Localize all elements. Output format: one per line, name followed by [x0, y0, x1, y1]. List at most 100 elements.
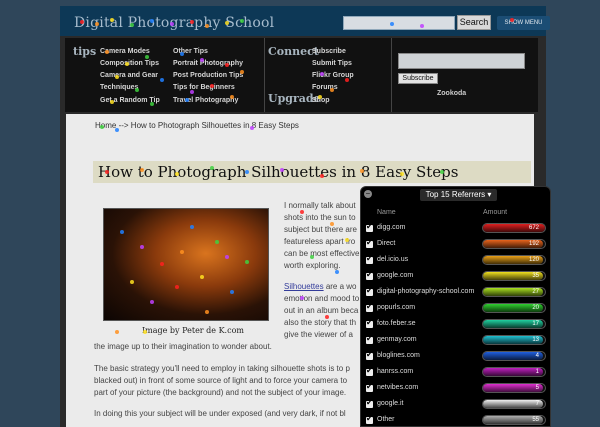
referrer-amount-value: 5: [535, 385, 539, 391]
referrer-name: genmay.com: [377, 336, 417, 343]
referrer-amount-bar: 1: [482, 367, 546, 377]
nav-link[interactable]: Tips for Beginners: [173, 84, 235, 91]
close-icon[interactable]: –: [364, 190, 372, 198]
breadcrumb[interactable]: Home --> How to Photograph Silhouettes i…: [95, 121, 299, 130]
photo-caption: Image by Peter de K.com: [142, 326, 244, 335]
referrer-checkbox[interactable]: [366, 334, 373, 344]
subscribe-button[interactable]: Subscribe: [398, 73, 438, 84]
referrer-checkbox[interactable]: [366, 254, 373, 264]
nav-divider: [264, 38, 265, 112]
heatmap-dot: [280, 168, 284, 172]
referrer-name: hanrss.com: [377, 368, 414, 375]
page-title: How to Photograph Silhouettes in 8 Easy …: [98, 163, 459, 181]
referrer-name: google.com: [377, 272, 414, 279]
referrer-checkbox[interactable]: [366, 382, 373, 392]
referrer-checkbox[interactable]: [366, 270, 373, 280]
nav-link[interactable]: Composition Tips: [100, 60, 159, 67]
heatmap-dot: [130, 23, 134, 27]
heatmap-dot: [100, 125, 104, 129]
search-button[interactable]: Search: [457, 15, 491, 30]
heatmap-dot: [210, 166, 214, 170]
col-header-amount: Amount: [483, 209, 508, 216]
heatmap-dot: [180, 52, 184, 56]
referrer-checkbox[interactable]: [366, 222, 373, 232]
heatmap-dot: [245, 170, 249, 174]
heatmap-dot: [205, 24, 209, 28]
referrer-row: Other 55: [364, 414, 548, 427]
referrer-row: foto.feber.se 17: [364, 318, 548, 334]
intro-line: worth exploring.: [284, 261, 341, 270]
referrer-amount-bar: 120: [482, 255, 546, 265]
nav-tips-title: tips: [73, 45, 97, 58]
referrer-checkbox[interactable]: [366, 318, 373, 328]
heatmap-dot: [400, 172, 404, 176]
heatmap-dot: [105, 50, 109, 54]
col-header-name: Name: [377, 209, 396, 216]
referrers-dropdown[interactable]: Top 15 Referrers ▾: [420, 189, 497, 201]
referrer-amount-value: 13: [532, 337, 539, 343]
referrer-checkbox[interactable]: [366, 366, 373, 376]
nav-link[interactable]: Submit Tips: [312, 60, 352, 67]
referrer-name: Direct: [377, 240, 396, 247]
heatmap-dot: [345, 78, 349, 82]
referrer-checkbox[interactable]: [366, 238, 373, 248]
nav-link[interactable]: Travel Photography: [173, 97, 238, 104]
referrer-checkbox[interactable]: [366, 286, 373, 296]
nav-link[interactable]: Portrait Photography: [173, 60, 243, 67]
referrer-row: Direct 192: [364, 238, 548, 254]
referrer-amount-fill: [483, 384, 543, 392]
heatmap-dot: [180, 250, 184, 254]
heatmap-dot: [130, 280, 134, 284]
heatmap-dot: [150, 102, 154, 106]
heatmap-dot: [300, 296, 304, 300]
referrer-amount-bar: 4: [482, 351, 546, 361]
heatmap-dot: [110, 18, 114, 22]
referrer-row: digg.com 672: [364, 222, 548, 238]
photo-frame: [103, 208, 269, 321]
heatmap-dot: [210, 84, 214, 88]
referrer-checkbox[interactable]: [366, 414, 373, 424]
referrer-amount-bar: 27: [482, 287, 546, 297]
heatmap-dot: [120, 230, 124, 234]
subscribe-email-input[interactable]: [398, 53, 525, 69]
heatmap-dot: [215, 240, 219, 244]
silhouettes-link[interactable]: Silhouettes: [284, 282, 324, 291]
heatmap-dot: [440, 170, 444, 174]
referrer-checkbox[interactable]: [366, 398, 373, 408]
heatmap-dot: [300, 210, 304, 214]
referrer-name: del.icio.us: [377, 256, 409, 263]
referrer-amount-value: 20: [532, 305, 539, 311]
referrer-amount-value: 35: [532, 273, 539, 279]
nav-link[interactable]: Post Production Tips: [173, 72, 243, 79]
zookoda-label[interactable]: Zookoda: [437, 90, 466, 97]
heatmap-dot: [115, 75, 119, 79]
body-line: The basic strategy you'll need to employ…: [94, 364, 350, 373]
heatmap-dot: [360, 169, 364, 173]
search-input[interactable]: [343, 16, 455, 30]
nav-link[interactable]: Other Tips: [173, 48, 208, 55]
body-line: emotion and mood to: [284, 294, 360, 303]
heatmap-dot: [310, 255, 314, 259]
referrer-amount-value: 55: [532, 417, 539, 423]
body-line: the image up to their imagination to won…: [94, 342, 272, 351]
heatmap-dot: [185, 98, 189, 102]
referrer-name: netvibes.com: [377, 384, 419, 391]
silhouettes-line: Silhouettes are a wo: [284, 281, 364, 293]
site-logo[interactable]: Digital Photography School: [74, 15, 274, 31]
show-menu-button[interactable]: SHOW MENU: [497, 16, 550, 30]
heatmap-dot: [150, 300, 154, 304]
heatmap-dot: [140, 245, 144, 249]
body-line: out in an album beca: [284, 306, 359, 315]
body-line: In doing this your subject will be under…: [94, 409, 346, 418]
referrer-row: digital-photography-school.com 27: [364, 286, 548, 302]
heatmap-dot: [190, 225, 194, 229]
nav-link[interactable]: Techniques: [100, 84, 138, 91]
heatmap-dot: [160, 78, 164, 82]
nav-link[interactable]: Camera and Gear: [100, 72, 158, 79]
heatmap-dot: [330, 88, 334, 92]
heatmap-dot: [420, 24, 424, 28]
referrer-checkbox[interactable]: [366, 302, 373, 312]
nav-link[interactable]: Subscribe: [312, 48, 346, 55]
referrer-checkbox[interactable]: [366, 350, 373, 360]
referrer-row: netvibes.com 5: [364, 382, 548, 398]
